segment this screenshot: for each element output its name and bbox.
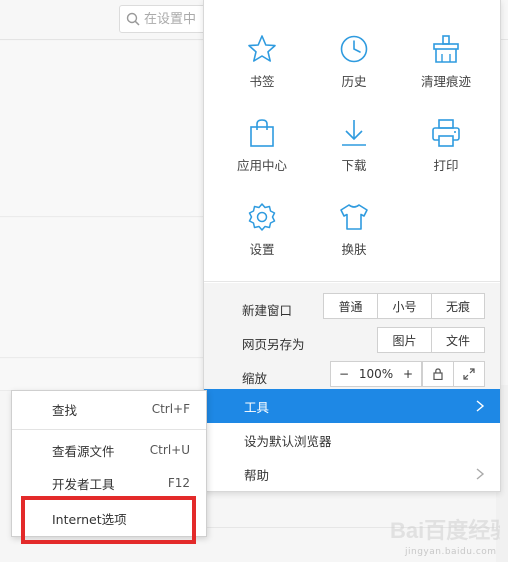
new-window-label: 新建窗口 <box>242 303 293 318</box>
new-window-small-button[interactable]: 小号 <box>378 294 432 318</box>
menu-grid-item-bookmarks[interactable]: 书签 <box>216 34 308 104</box>
submenu-shortcut: Ctrl+F <box>151 402 190 416</box>
zoom-out-button[interactable]: − <box>331 362 357 386</box>
download-icon <box>342 120 366 146</box>
menu-grid-label: 下载 <box>341 158 367 173</box>
menu-item-help[interactable]: 帮助 <box>204 457 500 491</box>
menu-grid-item-settings[interactable]: 设置 <box>216 202 308 272</box>
watermark-logo-text: Bai百度经验 <box>390 518 500 543</box>
save-as-file-button[interactable]: 文件 <box>432 328 484 352</box>
highlight-annotation <box>21 496 196 544</box>
broom-icon <box>433 35 459 63</box>
zoom-label: 缩放 <box>242 371 268 386</box>
save-as-row: 网页另存为 图片 文件 <box>204 327 500 355</box>
menu-grid-label: 打印 <box>433 158 459 173</box>
submenu-item-label: 查找 <box>52 402 78 418</box>
star-icon <box>248 35 276 62</box>
menu-grid-item-history[interactable]: 历史 <box>308 34 400 104</box>
settings-section <box>0 41 210 217</box>
shirt-icon <box>340 204 368 230</box>
menu-shortcut-grid: 书签 历史 清理痕迹 应用中心 下载 打印 设置 换肤 <box>204 0 500 282</box>
settings-section <box>0 359 210 391</box>
fullscreen-button[interactable] <box>454 362 484 386</box>
menu-grid-item-print[interactable]: 打印 <box>400 118 492 188</box>
submenu-item-label: 查看源文件 <box>52 443 115 459</box>
browser-main-menu: 书签 历史 清理痕迹 应用中心 下载 打印 设置 换肤 新建窗口 普通 小号 无… <box>203 0 501 492</box>
menu-grid-label: 设置 <box>249 242 275 257</box>
submenu-shortcut: F12 <box>167 476 190 490</box>
save-as-label: 网页另存为 <box>242 337 305 352</box>
zoom-stepper: − 100% + <box>330 361 422 387</box>
menu-item-label: 帮助 <box>244 467 270 483</box>
menu-item-list: 工具 设为默认浏览器 帮助 <box>204 389 500 491</box>
zoom-extra-buttons <box>422 361 485 387</box>
bag-icon <box>250 119 274 147</box>
lock-icon <box>433 368 443 380</box>
menu-grid-label: 书签 <box>249 74 275 89</box>
zoom-row: 缩放 − 100% + <box>204 361 500 389</box>
zoom-value: 100% <box>358 367 394 381</box>
menu-grid-item-downloads[interactable]: 下载 <box>308 118 400 188</box>
menu-grid-item-clear-traces[interactable]: 清理痕迹 <box>400 34 492 104</box>
menu-grid-item-app-center[interactable]: 应用中心 <box>216 118 308 188</box>
submenu-divider <box>12 429 206 430</box>
zoom-in-button[interactable]: + <box>395 362 421 386</box>
baidu-jingyan-watermark: Bai百度经验 <box>390 518 500 543</box>
menu-item-label: 设为默认浏览器 <box>244 433 332 449</box>
gear-icon <box>248 203 276 231</box>
clock-icon <box>340 35 368 63</box>
save-as-image-button[interactable]: 图片 <box>378 328 432 352</box>
menu-grid-label: 历史 <box>341 74 367 89</box>
submenu-item-label: 开发者工具 <box>52 476 115 492</box>
new-window-row: 新建窗口 普通 小号 无痕 <box>204 293 500 321</box>
printer-icon <box>432 119 460 147</box>
menu-item-label: 工具 <box>244 399 270 415</box>
search-icon <box>126 12 140 26</box>
expand-icon <box>463 368 475 380</box>
save-as-options: 图片 文件 <box>377 327 485 353</box>
submenu-item-view-source[interactable]: 查看源文件 Ctrl+U <box>12 435 206 465</box>
menu-grid-label: 应用中心 <box>236 158 287 173</box>
new-window-normal-button[interactable]: 普通 <box>324 294 378 318</box>
submenu-item-developer-tools[interactable]: 开发者工具 F12 <box>12 468 206 498</box>
watermark-url: jingyan.baidu.com <box>405 547 497 557</box>
submenu-shortcut: Ctrl+U <box>149 443 190 457</box>
settings-section <box>0 218 210 358</box>
menu-grid-label: 换肤 <box>341 242 367 257</box>
chevron-right-icon <box>476 400 485 412</box>
chevron-right-icon <box>476 468 485 480</box>
menu-grid-label: 清理痕迹 <box>420 74 471 89</box>
menu-grid-item-skins[interactable]: 换肤 <box>308 202 400 272</box>
menu-item-set-default-browser[interactable]: 设为默认浏览器 <box>204 423 500 457</box>
new-window-incognito-button[interactable]: 无痕 <box>432 294 484 318</box>
menu-controls: 新建窗口 普通 小号 无痕 网页另存为 图片 文件 缩放 − 100% + <box>204 283 500 389</box>
submenu-item-find[interactable]: 查找 Ctrl+F <box>12 394 206 424</box>
menu-item-tools[interactable]: 工具 <box>204 389 500 423</box>
zoom-lock-button[interactable] <box>423 362 454 386</box>
new-window-options: 普通 小号 无痕 <box>323 293 485 319</box>
